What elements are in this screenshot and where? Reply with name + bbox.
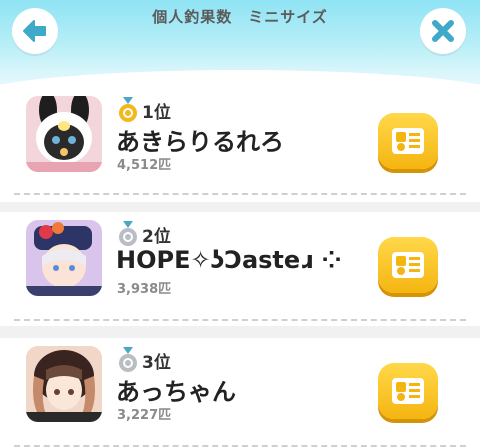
silver-medal-icon: [119, 221, 137, 246]
silver-medal-icon: [119, 347, 137, 372]
ranking-row-2: 2位 HOPE✧ʖƆasteɹ ⁘ 3,938匹: [0, 212, 480, 326]
profile-card-button[interactable]: [378, 363, 438, 419]
player-name: あきらりるれろ: [116, 128, 284, 156]
page-title: 個人釣果数 ミニサイズ: [152, 8, 328, 26]
id-card-icon: [392, 128, 424, 154]
catch-count: 3,227匹: [117, 408, 172, 423]
rank-label: 1位: [142, 103, 171, 123]
avatar[interactable]: [26, 220, 102, 296]
avatar[interactable]: [26, 346, 102, 422]
player-name: あっちゃん: [116, 378, 236, 406]
catch-count: 4,512匹: [117, 158, 172, 173]
gold-medal-icon: [119, 97, 137, 122]
ranking-row-1: 1位 あきらりるれろ 4,512匹: [0, 88, 480, 202]
ranking-row-3: 3位 あっちゃん 3,227匹: [0, 338, 480, 447]
id-card-icon: [392, 252, 424, 278]
id-card-icon: [392, 378, 424, 404]
profile-card-button[interactable]: [378, 113, 438, 169]
player-name: HOPE✧ʖƆasteɹ ⁘: [116, 246, 342, 274]
close-button[interactable]: [420, 8, 466, 54]
divider: [14, 193, 466, 195]
back-arrow-icon: [23, 20, 46, 42]
profile-card-button[interactable]: [378, 237, 438, 293]
catch-count: 3,938匹: [117, 282, 172, 297]
rank-label: 2位: [142, 227, 171, 247]
rank-label: 3位: [142, 353, 171, 373]
ranking-list: 1位 あきらりるれろ 4,512匹 2位 HOPE✧ʖƆasteɹ ⁘ 3,93…: [0, 88, 480, 447]
header: 個人釣果数 ミニサイズ: [0, 0, 480, 96]
close-x-icon: [432, 20, 454, 42]
divider: [14, 319, 466, 321]
avatar[interactable]: [26, 96, 102, 172]
back-button[interactable]: [12, 8, 58, 54]
